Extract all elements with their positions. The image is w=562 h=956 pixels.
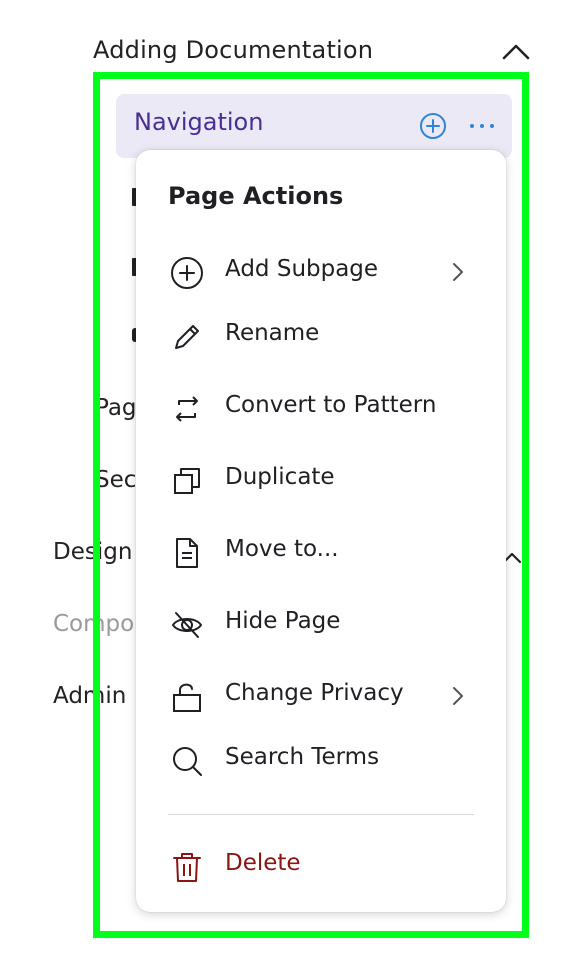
sidebar-item-components[interactable]: Compo [53,611,134,637]
menu-item-search-terms[interactable]: Search Terms [136,730,506,786]
search-icon [170,744,204,778]
duplicate-icon [170,464,204,498]
plus-circle-icon [170,256,204,290]
menu-item-hide-page[interactable]: Hide Page [136,594,506,650]
menu-item-label: Delete [225,850,301,876]
section-title[interactable]: Adding Documentation [93,36,373,64]
menu-item-rename[interactable]: Rename [136,306,506,362]
convert-arrows-icon [170,392,204,426]
menu-item-convert-to-pattern[interactable]: Convert to Pattern [136,378,506,434]
menu-item-label: Move to... [225,536,339,562]
menu-item-label: Duplicate [225,464,335,490]
menu-divider [168,814,474,815]
menu-item-move-to[interactable]: Move to... [136,522,506,578]
sidebar-item-partial[interactable]: Sec [95,467,136,493]
add-page-icon[interactable] [419,112,447,140]
menu-item-change-privacy[interactable]: Change Privacy [136,666,506,722]
unlock-icon [170,680,204,714]
chevron-right-icon [449,258,467,286]
menu-title: Page Actions [168,182,344,210]
menu-item-add-subpage[interactable]: Add Subpage [136,242,506,298]
menu-item-label: Hide Page [225,608,341,634]
chevron-right-icon [449,682,467,710]
menu-item-label: Change Privacy [225,680,404,706]
stage: Adding Documentation Navigation Pag Sec … [0,0,562,956]
more-options-icon[interactable] [466,114,498,138]
sidebar-item-admin[interactable]: Admin [53,683,126,709]
menu-item-label: Add Subpage [225,256,379,282]
menu-item-label: Convert to Pattern [225,392,437,418]
eye-slash-icon [170,608,204,642]
sidebar-item-navigation-label: Navigation [134,108,264,136]
chevron-up-icon[interactable] [500,40,532,64]
document-icon [170,536,204,570]
sidebar-item-partial[interactable]: Pag [95,395,137,421]
trash-icon [170,850,204,884]
page-actions-menu: Page Actions Add Subpage Rename Convert … [136,150,506,912]
menu-item-label: Search Terms [225,744,380,770]
sidebar-item-design[interactable]: Design [53,539,132,565]
pencil-icon [170,320,204,354]
menu-item-duplicate[interactable]: Duplicate [136,450,506,506]
menu-item-delete[interactable]: Delete [136,836,506,892]
menu-item-label: Rename [225,320,320,346]
